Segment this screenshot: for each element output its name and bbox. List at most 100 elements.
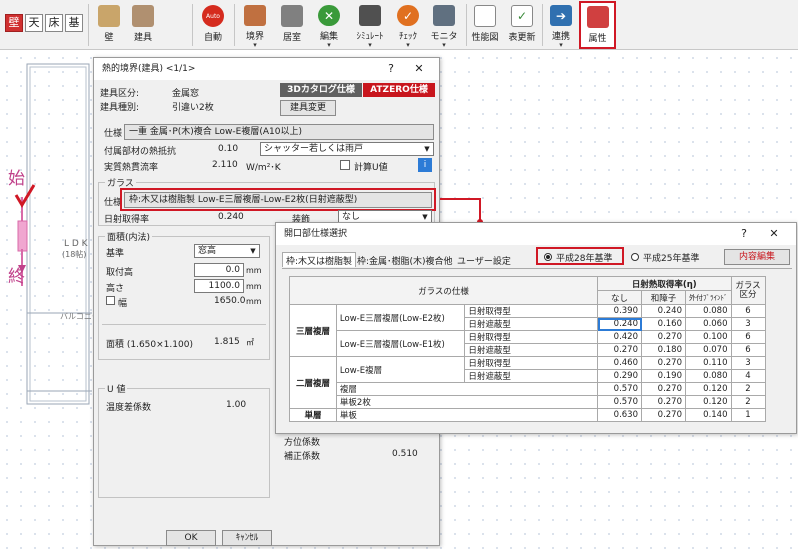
- calc-u-label: 計算U値: [354, 163, 388, 173]
- help-button[interactable]: ?: [732, 223, 756, 245]
- height-label: 高さ: [106, 284, 125, 294]
- simulate-icon: [359, 5, 381, 26]
- tab-metal-composite[interactable]: 枠:金属･樹脂(木)複合他: [354, 253, 456, 268]
- table-row[interactable]: 単層 単板 0.630 0.270 0.140 1: [289, 408, 766, 422]
- shgc-value: 0.240: [218, 212, 244, 222]
- opening-spec-dialog: 開口部仕様選択 ? ✕ 枠:木又は樹脂製 枠:金属･樹脂(木)複合他 ユーザー設…: [275, 222, 797, 434]
- simulate-button[interactable]: ｼﾐｭﾚｰﾄ ▾: [350, 2, 390, 49]
- chevron-down-icon: ▾: [559, 41, 563, 49]
- u-label: 実質熱貫流率: [104, 163, 159, 173]
- height-input[interactable]: 1100.0: [194, 279, 244, 293]
- table-update-button[interactable]: ✓ 表更新: [504, 2, 540, 48]
- wall-icon: [98, 5, 120, 27]
- link-button[interactable]: ➔ 連携 ▾: [545, 2, 577, 49]
- attribute-icon: [586, 6, 609, 28]
- sill-input[interactable]: 0.0: [194, 263, 244, 277]
- table-row[interactable]: Low-E三層複層(Low-E1枚) 日射取得型 0.420 0.270 0.1…: [290, 330, 766, 357]
- direction-label: 方位係数: [284, 438, 321, 448]
- room-button[interactable]: 居室: [276, 2, 308, 48]
- correction-label: 補正係数: [284, 452, 321, 462]
- selected-cell[interactable]: 0.240: [597, 317, 642, 331]
- u-value: 2.110: [212, 160, 238, 170]
- door-icon: [132, 5, 154, 27]
- help-button[interactable]: ?: [379, 58, 403, 80]
- width-checkbox[interactable]: [106, 296, 115, 305]
- correction-value: 0.510: [392, 449, 418, 459]
- wall-button[interactable]: 壁: [94, 2, 124, 48]
- kanji-button-wall[interactable]: 壁: [5, 14, 23, 32]
- room-icon: [281, 5, 303, 27]
- temp-label: 温度差係数: [106, 403, 152, 413]
- change-fitting-button[interactable]: 建具変更: [280, 100, 336, 116]
- sill-label: 取付高: [106, 268, 134, 278]
- spec-label: 仕様: [104, 129, 123, 139]
- dialog2-title: 開口部仕様選択: [276, 223, 796, 245]
- table-row[interactable]: 三層複層 Low-E三層複層(Low-E2枚) 日射取得型 0.390 0.24…: [289, 304, 766, 357]
- kanji-button-foundation[interactable]: 基: [65, 14, 83, 32]
- chevron-down-icon: ▾: [442, 41, 446, 49]
- width-label: 幅: [118, 299, 128, 309]
- info-icon[interactable]: i: [418, 158, 432, 172]
- ok-button[interactable]: OK: [166, 530, 216, 546]
- accessory-select[interactable]: シャッター若しくは雨戸 ▼: [260, 142, 434, 156]
- kanji-button-ceiling[interactable]: 天: [25, 14, 43, 32]
- radio-h28[interactable]: [544, 253, 552, 261]
- toolbar: 壁 天 床 基 壁 建具 Auto 自動 境界 ▾ 居室 ✕ 編集 ▾ ｼﾐｭﾚ…: [0, 0, 798, 50]
- chevron-down-icon: ▼: [424, 145, 430, 153]
- kind-label: 建具種別:: [100, 103, 140, 113]
- tab-wood-resin[interactable]: 枠:木又は樹脂製: [282, 252, 357, 267]
- edit-button[interactable]: ✕ 編集 ▾: [313, 2, 345, 49]
- calc-u-checkbox[interactable]: [340, 160, 350, 170]
- fitting-button[interactable]: 建具: [128, 2, 158, 48]
- room-label: L D K: [64, 239, 88, 249]
- chevron-down-icon: ▾: [327, 41, 331, 49]
- attribute-button[interactable]: 属性: [579, 1, 616, 49]
- boundary-button[interactable]: 境界 ▾: [238, 2, 272, 49]
- kanji-button-floor[interactable]: 床: [45, 14, 63, 32]
- document-icon: [474, 5, 496, 27]
- table-check-icon: ✓: [511, 5, 533, 27]
- auto-icon: Auto: [202, 5, 224, 27]
- edit-content-button[interactable]: 内容編集: [724, 249, 790, 265]
- table-row[interactable]: 二層複層 Low-E複層 日射取得型 0.460 0.270 0.110 3: [289, 356, 766, 409]
- boundary-icon: [244, 5, 266, 26]
- table-row[interactable]: 単板2枚 0.570 0.270 0.120 2: [290, 395, 766, 409]
- chevron-down-icon: ▾: [368, 41, 372, 49]
- radio-h25[interactable]: [631, 253, 639, 261]
- base-label: 基準: [106, 249, 125, 259]
- check-button[interactable]: ✓ ﾁｪｯｸ ▾: [390, 2, 426, 49]
- close-icon[interactable]: ✕: [762, 223, 786, 245]
- chevron-down-icon: ▾: [406, 41, 410, 49]
- radio-h28-label: 平成28年基準: [556, 254, 613, 264]
- chevron-down-icon: ▼: [250, 247, 256, 255]
- temp-value: 1.00: [226, 400, 247, 410]
- area-label: 面積 (1.650×1.100): [106, 340, 193, 350]
- type-label: 建具区分:: [100, 89, 140, 99]
- end-marker: 終: [8, 267, 25, 287]
- performance-chart-button[interactable]: 性能図: [468, 2, 502, 48]
- u-unit: W/m²･K: [246, 163, 281, 173]
- tab-user-setting[interactable]: ユーザー設定: [454, 253, 514, 268]
- room-size-label: (18帖): [62, 250, 87, 259]
- radio-h25-label: 平成25年基準: [643, 254, 700, 264]
- highlight-box: [120, 188, 436, 211]
- base-select[interactable]: 窓高 ▼: [194, 244, 260, 258]
- kind-value: 引違い2枚: [172, 103, 214, 113]
- check-icon: ✓: [397, 5, 419, 26]
- cancel-button[interactable]: ｷｬﾝｾﾙ: [222, 530, 272, 546]
- table-row[interactable]: 複層 0.570 0.270 0.120 2: [290, 382, 766, 396]
- auto-button[interactable]: Auto 自動: [198, 2, 228, 48]
- spec-button[interactable]: 一重 金属･P(木)複合 Low-E複層(A10以上): [124, 124, 434, 140]
- catalog-badge: 3Dカタログ仕様: [280, 83, 362, 97]
- arrow-right-icon: ➔: [550, 5, 572, 26]
- resist-value: 0.10: [218, 144, 239, 154]
- monitor-icon: [433, 5, 455, 26]
- type-value: 金属窓: [172, 89, 200, 99]
- atzero-badge: ATZERO仕様: [363, 83, 435, 97]
- close-icon[interactable]: ✕: [407, 58, 431, 80]
- area-value: 1.815: [214, 337, 240, 347]
- width-value: 1650.0: [214, 296, 246, 306]
- start-marker: 始: [8, 169, 25, 189]
- shgc-label: 日射取得率: [104, 215, 150, 225]
- monitor-button[interactable]: モニタ ▾: [426, 2, 462, 49]
